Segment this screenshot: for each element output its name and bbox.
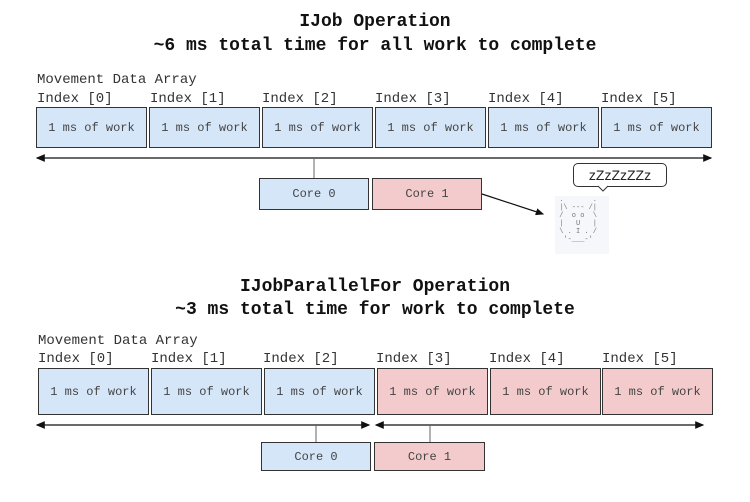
- top-core1-sleep-arrow: [481, 193, 545, 216]
- connector-lines: [35, 154, 713, 442]
- bubble-tail: [597, 185, 609, 192]
